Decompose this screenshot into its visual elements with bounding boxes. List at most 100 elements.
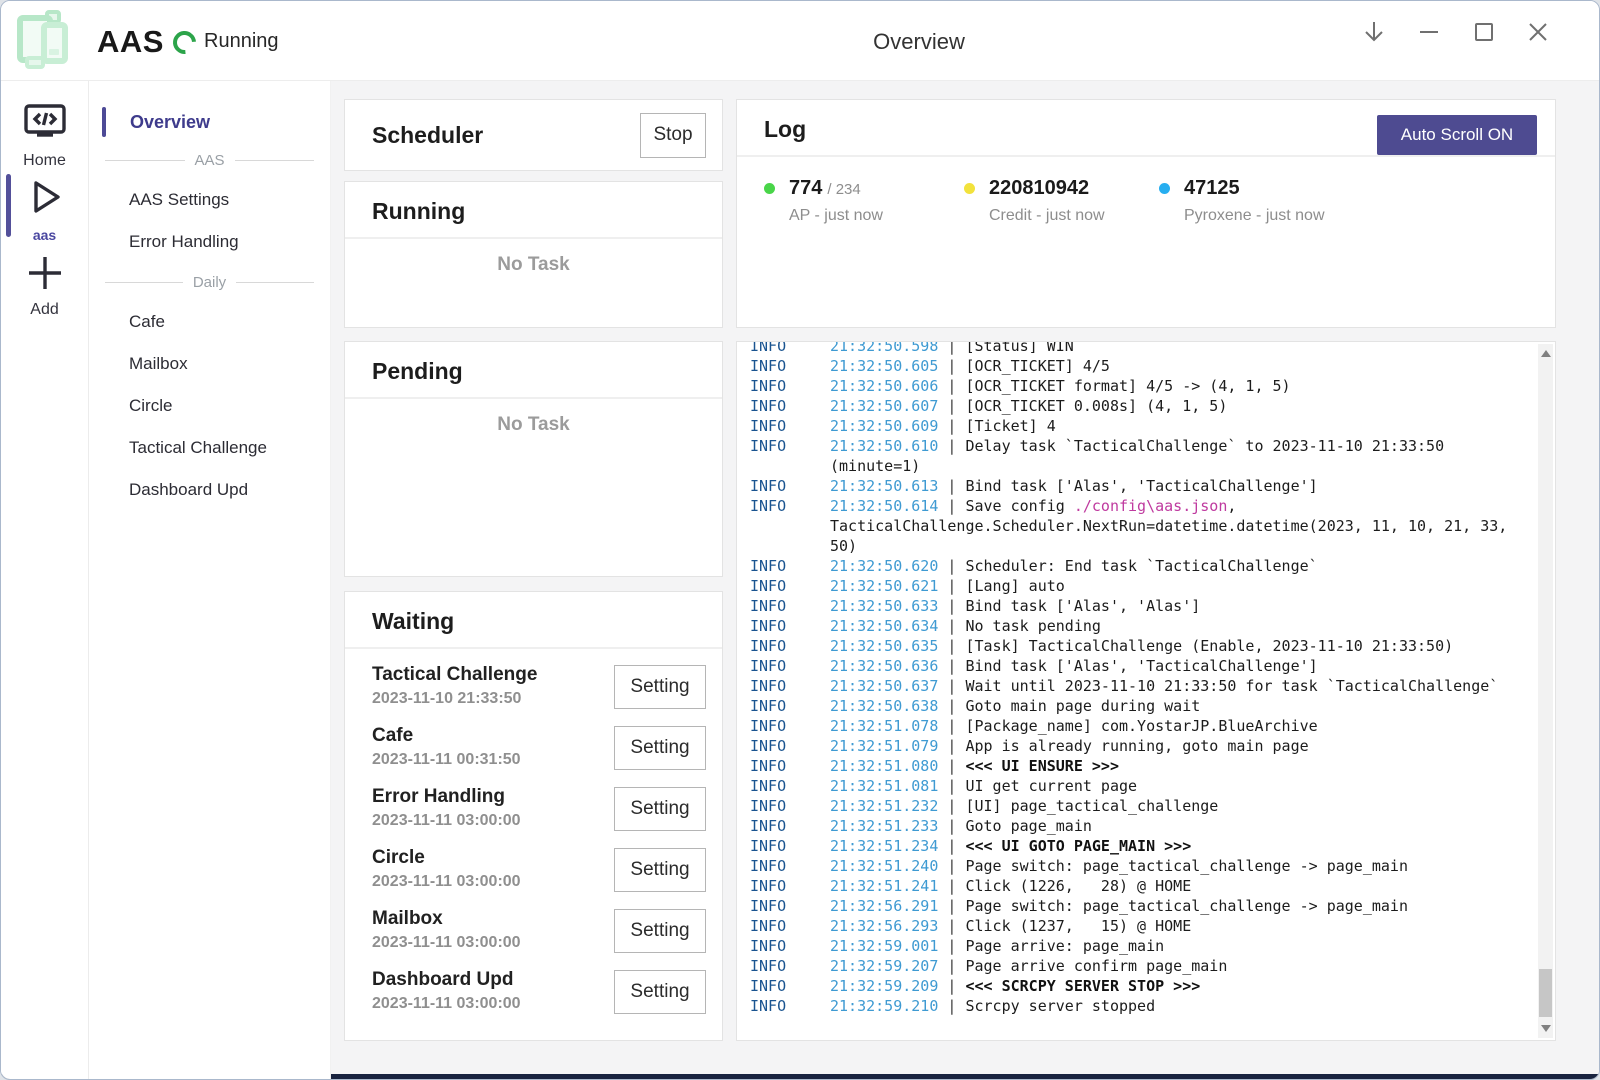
resource-stats: 774/ 234AP - just now220810942Credit - j… xyxy=(737,177,1555,225)
setting-button[interactable]: Setting xyxy=(614,970,706,1014)
setting-button[interactable]: Setting xyxy=(614,909,706,953)
log-separator: | xyxy=(938,477,965,495)
log-separator: | xyxy=(938,617,965,635)
stat-value: 774/ 234 xyxy=(789,177,883,200)
log-separator: | xyxy=(938,857,965,875)
log-level: INFO xyxy=(750,396,830,416)
sidebar-item-circle[interactable]: Circle xyxy=(89,385,330,427)
log-separator: | xyxy=(938,397,965,415)
log-row: INFO21:32:51.233 | Goto page_main xyxy=(750,816,1555,836)
sidebar-item-cafe[interactable]: Cafe xyxy=(89,301,330,343)
log-view[interactable]: INFO21:32:50.598 | [Status] WININFO21:32… xyxy=(736,341,1556,1041)
log-message: 21:32:50.607 | [OCR_TICKET 0.008s] (4, 1… xyxy=(830,396,1510,416)
log-timestamp: 21:32:50.620 xyxy=(830,557,938,575)
log-message: 21:32:51.240 | Page switch: page_tactica… xyxy=(830,856,1510,876)
log-message: 21:32:50.613 | Bind task ['Alas', 'Tacti… xyxy=(830,476,1510,496)
log-timestamp: 21:32:51.232 xyxy=(830,797,938,815)
log-separator: | xyxy=(938,777,965,795)
scroll-up-icon[interactable] xyxy=(1541,350,1551,357)
log-separator: | xyxy=(938,557,965,575)
log-level: INFO xyxy=(750,836,830,856)
log-message: 21:32:51.233 | Goto page_main xyxy=(830,816,1510,836)
log-list: INFO21:32:50.598 | [Status] WININFO21:32… xyxy=(737,341,1555,1016)
log-text-segment: [Lang] auto xyxy=(965,577,1064,595)
stat-value: 220810942 xyxy=(989,177,1105,200)
log-message: 21:32:50.633 | Bind task ['Alas', 'Alas'… xyxy=(830,596,1510,616)
sidebar-item-aas-settings[interactable]: AAS Settings xyxy=(89,179,330,221)
log-timestamp: 21:32:50.614 xyxy=(830,497,938,515)
stat-suffix: / 234 xyxy=(827,181,860,198)
scrollbar-thumb[interactable] xyxy=(1539,969,1552,1017)
log-level: INFO xyxy=(750,496,830,556)
minimize-icon xyxy=(1417,20,1441,44)
stop-button[interactable]: Stop xyxy=(640,113,706,158)
rail-item-aas[interactable]: aas xyxy=(1,175,88,243)
pending-title: Pending xyxy=(372,358,722,385)
divider-line xyxy=(236,282,314,283)
running-empty-text: No Task xyxy=(345,254,722,276)
log-message: 21:32:50.621 | [Lang] auto xyxy=(830,576,1510,596)
stat-dot-icon xyxy=(1159,183,1170,194)
log-message: 21:32:50.605 | [OCR_TICKET] 4/5 xyxy=(830,356,1510,376)
maximize-icon xyxy=(1472,20,1496,44)
waiting-task-row: Cafe2023-11-11 00:31:50Setting xyxy=(345,720,722,781)
sidebar-item-overview[interactable]: Overview xyxy=(89,107,210,137)
stat-label: Pyroxene - just now xyxy=(1184,207,1325,225)
log-scrollbar[interactable] xyxy=(1538,344,1553,1038)
log-level: INFO xyxy=(750,876,830,896)
log-timestamp: 21:32:50.621 xyxy=(830,577,938,595)
log-separator: | xyxy=(938,897,965,915)
setting-button[interactable]: Setting xyxy=(614,726,706,770)
sidebar-active-indicator xyxy=(102,107,106,137)
download-button[interactable] xyxy=(1351,11,1397,53)
scroll-down-icon[interactable] xyxy=(1541,1025,1551,1032)
rail-item-home[interactable]: Home xyxy=(1,102,88,170)
sidebar-item-mailbox[interactable]: Mailbox xyxy=(89,343,330,385)
log-text-segment: <<< SCRCPY SERVER STOP >>> xyxy=(965,977,1200,995)
auto-scroll-toggle[interactable]: Auto Scroll ON xyxy=(1377,115,1537,155)
waiting-card: Waiting Tactical Challenge2023-11-10 21:… xyxy=(344,591,723,1041)
setting-button[interactable]: Setting xyxy=(614,848,706,892)
log-timestamp: 21:32:50.605 xyxy=(830,357,938,375)
sidebar-item-error-handling[interactable]: Error Handling xyxy=(89,221,330,263)
log-timestamp: 21:32:51.241 xyxy=(830,877,938,895)
log-text-segment: [Ticket] 4 xyxy=(965,417,1055,435)
log-message: 21:32:50.636 | Bind task ['Alas', 'Tacti… xyxy=(830,656,1510,676)
maximize-button[interactable] xyxy=(1461,11,1507,53)
log-message: 21:32:50.620 | Scheduler: End task `Tact… xyxy=(830,556,1510,576)
log-row: INFO21:32:50.607 | [OCR_TICKET 0.008s] (… xyxy=(750,396,1555,416)
log-message: 21:32:50.614 | Save config ./config\aas.… xyxy=(830,496,1510,556)
log-row: INFO21:32:50.609 | [Ticket] 4 xyxy=(750,416,1555,436)
log-separator: | xyxy=(938,797,965,815)
log-message: 21:32:50.606 | [OCR_TICKET format] 4/5 -… xyxy=(830,376,1510,396)
log-separator: | xyxy=(938,657,965,675)
log-message: 21:32:50.635 | [Task] TacticalChallenge … xyxy=(830,636,1510,656)
minimize-button[interactable] xyxy=(1406,11,1452,53)
setting-button[interactable]: Setting xyxy=(614,787,706,831)
sidebar-item-dashboard-upd[interactable]: Dashboard Upd xyxy=(89,469,330,511)
log-level: INFO xyxy=(750,376,830,396)
sidebar-item-tactical-challenge[interactable]: Tactical Challenge xyxy=(89,427,330,469)
log-text-segment: Wait until 2023-11-10 21:33:50 for task … xyxy=(965,677,1498,695)
log-separator: | xyxy=(938,341,965,355)
log-level: INFO xyxy=(750,356,830,376)
log-text-segment: Click (1226, 28) @ HOME xyxy=(965,877,1191,895)
log-message: 21:32:59.207 | Page arrive confirm page_… xyxy=(830,956,1510,976)
log-level: INFO xyxy=(750,636,830,656)
log-separator: | xyxy=(938,377,965,395)
log-text-segment: <<< UI ENSURE >>> xyxy=(965,757,1119,775)
close-button[interactable] xyxy=(1515,11,1561,53)
resource-stat: 47125Pyroxene - just now xyxy=(1159,177,1325,225)
log-row: INFO21:32:51.232 | [UI] page_tactical_ch… xyxy=(750,796,1555,816)
log-row: INFO21:32:59.209 | <<< SCRCPY SERVER STO… xyxy=(750,976,1555,996)
rail-item-add[interactable]: Add xyxy=(1,253,88,319)
log-level: INFO xyxy=(750,936,830,956)
log-text-segment: Scrcpy server stopped xyxy=(965,997,1155,1015)
stat-text: 774/ 234AP - just now xyxy=(789,177,883,225)
log-row: INFO21:32:50.614 | Save config ./config\… xyxy=(750,496,1555,556)
setting-button[interactable]: Setting xyxy=(614,665,706,709)
waiting-task-row: Mailbox2023-11-11 03:00:00Setting xyxy=(345,903,722,964)
log-separator: | xyxy=(938,417,965,435)
log-timestamp: 21:32:51.233 xyxy=(830,817,938,835)
log-level: INFO xyxy=(750,616,830,636)
